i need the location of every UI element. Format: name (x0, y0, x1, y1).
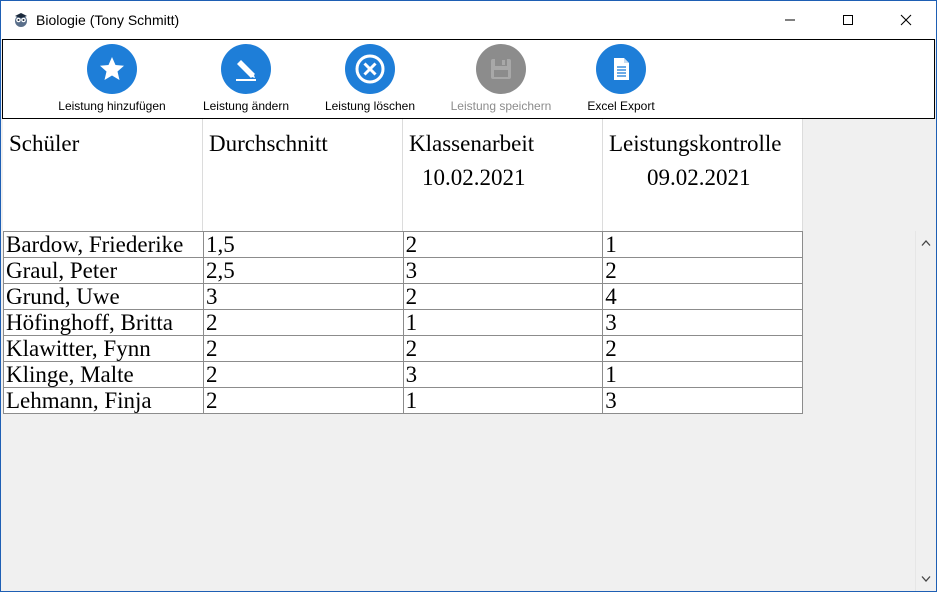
column-header-exam[interactable]: Klassenarbeit 10.02.2021 (403, 119, 603, 231)
table-row[interactable]: Bardow, Friederike 1,5 2 1 (3, 231, 803, 258)
column-header-average[interactable]: Durchschnitt (203, 119, 403, 231)
test-grade-cell[interactable]: 3 (602, 387, 803, 414)
student-cell[interactable]: Höfinghoff, Britta (3, 309, 204, 336)
column-header-test[interactable]: Leistungskontrolle 09.02.2021 (603, 119, 803, 231)
vertical-scrollbar[interactable] (915, 231, 936, 591)
test-grade-cell[interactable]: 3 (602, 309, 803, 336)
table-row[interactable]: Höfinghoff, Britta 2 1 3 (3, 309, 803, 336)
edit-entry-label: Leistung ändern (202, 99, 290, 113)
delete-x-icon (345, 44, 395, 94)
excel-export-label: Excel Export (587, 99, 655, 113)
test-grade-cell[interactable]: 1 (602, 361, 803, 388)
close-icon (900, 14, 912, 26)
close-button[interactable] (877, 1, 935, 39)
student-cell[interactable]: Bardow, Friederike (3, 231, 204, 258)
exam-grade-cell[interactable]: 2 (402, 335, 604, 362)
owl-app-icon (13, 12, 29, 28)
exam-grade-cell[interactable]: 2 (402, 231, 604, 258)
table-row[interactable]: Lehmann, Finja 2 1 3 (3, 387, 803, 414)
maximize-icon (843, 15, 853, 25)
column-header-date: 09.02.2021 (647, 165, 751, 190)
column-header-date: 10.02.2021 (422, 165, 526, 190)
scroll-down-button[interactable] (916, 569, 936, 589)
column-header-label: Klassenarbeit (409, 131, 535, 156)
average-cell[interactable]: 2 (202, 361, 404, 388)
grades-grid: Schüler Durchschnitt Klassenarbeit 10.02… (2, 119, 915, 591)
save-entry-button[interactable]: Leistung speichern (447, 44, 555, 113)
table-row[interactable]: Klinge, Malte 2 3 1 (3, 361, 803, 388)
chevron-up-icon (921, 240, 931, 246)
column-header-label: Leistungskontrolle (609, 131, 782, 156)
delete-entry-button[interactable]: Leistung löschen (321, 44, 419, 113)
average-cell[interactable]: 2 (202, 335, 404, 362)
document-icon (596, 44, 646, 94)
test-grade-cell[interactable]: 2 (602, 335, 803, 362)
column-header-label: Durchschnitt (209, 131, 328, 156)
title-bar[interactable]: Biologie (Tony Schmitt) (1, 1, 936, 39)
column-header-student[interactable]: Schüler (3, 119, 203, 231)
average-cell[interactable]: 3 (202, 283, 404, 310)
student-cell[interactable]: Graul, Peter (3, 257, 204, 284)
average-cell[interactable]: 2 (202, 309, 404, 336)
average-cell[interactable]: 1,5 (202, 231, 404, 258)
maximize-button[interactable] (819, 1, 877, 39)
minimize-icon (785, 19, 795, 21)
scroll-up-button[interactable] (916, 233, 936, 253)
pencil-icon (221, 44, 271, 94)
exam-grade-cell[interactable]: 3 (402, 361, 604, 388)
app-window: Biologie (Tony Schmitt) Leistung hinzufü… (0, 0, 937, 592)
column-header-label: Schüler (9, 131, 80, 156)
save-icon (476, 44, 526, 94)
student-cell[interactable]: Klinge, Malte (3, 361, 204, 388)
add-entry-label: Leistung hinzufügen (58, 99, 166, 113)
add-entry-button[interactable]: Leistung hinzufügen (53, 44, 171, 113)
star-icon (87, 44, 137, 94)
student-cell[interactable]: Grund, Uwe (3, 283, 204, 310)
table-row[interactable]: Grund, Uwe 3 2 4 (3, 283, 803, 310)
edit-entry-button[interactable]: Leistung ändern (198, 44, 294, 113)
minimize-button[interactable] (761, 1, 819, 39)
test-grade-cell[interactable]: 4 (602, 283, 803, 310)
average-cell[interactable]: 2 (202, 387, 404, 414)
chevron-down-icon (921, 576, 931, 582)
grades-table: Bardow, Friederike 1,5 2 1 Graul, Peter … (3, 231, 803, 414)
save-entry-label: Leistung speichern (450, 99, 552, 113)
exam-grade-cell[interactable]: 3 (402, 257, 604, 284)
average-cell[interactable]: 2,5 (202, 257, 404, 284)
toolbar: Leistung hinzufügen Leistung ändern Leis… (2, 39, 935, 119)
table-row[interactable]: Graul, Peter 2,5 3 2 (3, 257, 803, 284)
delete-entry-label: Leistung löschen (324, 99, 416, 113)
window-title: Biologie (Tony Schmitt) (36, 12, 180, 28)
student-cell[interactable]: Klawitter, Fynn (3, 335, 204, 362)
exam-grade-cell[interactable]: 2 (402, 283, 604, 310)
exam-grade-cell[interactable]: 1 (402, 309, 604, 336)
student-cell[interactable]: Lehmann, Finja (3, 387, 204, 414)
excel-export-button[interactable]: Excel Export (583, 44, 659, 113)
exam-grade-cell[interactable]: 1 (402, 387, 604, 414)
test-grade-cell[interactable]: 1 (602, 231, 803, 258)
table-row[interactable]: Klawitter, Fynn 2 2 2 (3, 335, 803, 362)
test-grade-cell[interactable]: 2 (602, 257, 803, 284)
